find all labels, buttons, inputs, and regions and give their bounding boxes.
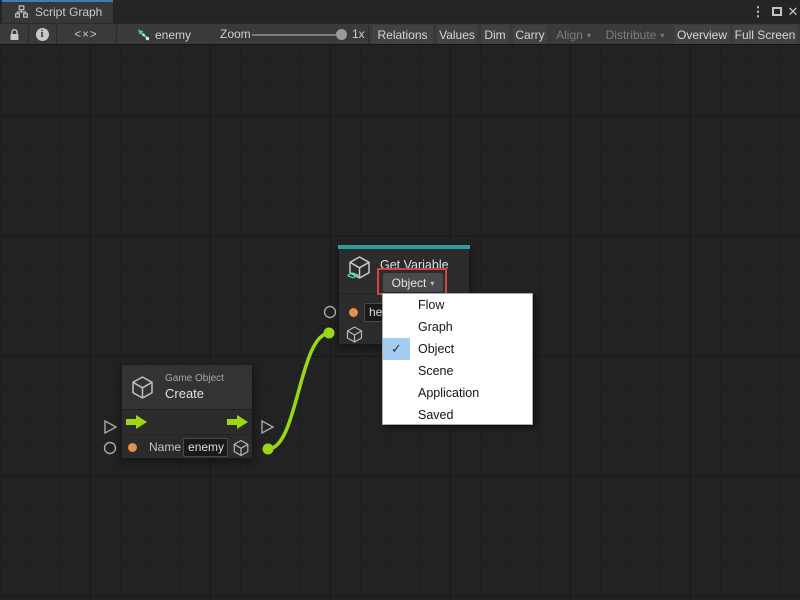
chevron-down-icon: ▾ — [430, 280, 434, 288]
zoom-slider-track[interactable] — [252, 34, 342, 36]
variable-brackets-icon: <> — [347, 270, 358, 282]
connection-wire[interactable] — [268, 333, 330, 449]
value-port-dot[interactable] — [349, 308, 358, 317]
menu-item-scene[interactable]: Scene — [383, 360, 532, 382]
create-flow-row — [122, 410, 252, 435]
graph-toolbar: i <×> enemy Zoom 1x Relations Values Dim… — [0, 23, 800, 45]
code-view-icon[interactable]: <×> — [57, 24, 115, 45]
distribute-button[interactable]: Distribute ▾ — [600, 25, 670, 44]
value-port-dot[interactable] — [128, 443, 137, 452]
flow-output-port[interactable] — [262, 421, 273, 433]
scope-dropdown-menu: Flow Graph ✓ Object Scene Application Sa… — [382, 293, 533, 425]
create-name-input[interactable]: enemy — [183, 438, 228, 457]
window-menu-icon[interactable]: ⋮ — [750, 0, 766, 23]
create-name-row: Name enemy — [122, 436, 252, 458]
chevron-down-icon: ▾ — [660, 32, 664, 40]
lock-icon[interactable] — [2, 24, 26, 45]
tab-label: Script Graph — [35, 5, 102, 19]
wire-output-port[interactable] — [263, 444, 274, 455]
menu-item-object[interactable]: ✓ Object — [383, 338, 532, 360]
wire-input-port[interactable] — [324, 328, 335, 339]
graph-icon — [136, 28, 150, 42]
tab-script-graph[interactable]: Script Graph — [2, 0, 113, 23]
carry-button[interactable]: Carry — [513, 25, 547, 44]
dim-button[interactable]: Dim — [481, 25, 509, 44]
chevron-down-icon: ▾ — [587, 32, 591, 40]
overview-button[interactable]: Overview — [674, 25, 730, 44]
hierarchy-icon — [15, 5, 28, 18]
zoom-label: Zoom — [220, 24, 251, 45]
flow-in-arrow-icon — [126, 415, 148, 429]
graph-name: enemy — [155, 28, 191, 42]
full-screen-button[interactable]: Full Screen — [733, 25, 797, 44]
name-port-label: Name — [149, 440, 181, 454]
align-button[interactable]: Align ▾ — [551, 25, 596, 44]
create-node[interactable]: Game Object Create Name enemy — [121, 364, 253, 459]
checkmark-icon: ✓ — [383, 338, 410, 360]
create-node-title: Create — [165, 386, 224, 401]
zoom-value: 1x — [352, 24, 365, 45]
menu-item-saved[interactable]: Saved — [383, 404, 532, 426]
menu-item-graph[interactable]: Graph — [383, 316, 532, 338]
menu-item-application[interactable]: Application — [383, 382, 532, 404]
cube-icon — [129, 374, 156, 401]
info-icon[interactable]: i — [29, 24, 55, 45]
get-variable-title: Get Variable — [380, 258, 449, 272]
flow-input-port[interactable] — [105, 421, 116, 433]
close-icon[interactable]: ✕ — [786, 0, 800, 23]
menu-item-flow[interactable]: Flow — [383, 294, 532, 316]
graph-canvas[interactable]: Game Object Create Name enemy — [0, 45, 800, 600]
create-node-category: Game Object — [165, 373, 224, 384]
maximize-icon[interactable] — [768, 0, 786, 23]
values-button[interactable]: Values — [437, 25, 477, 44]
graph-breadcrumb[interactable]: enemy — [136, 24, 191, 45]
value-input-port[interactable] — [105, 443, 116, 454]
variable-accent-strip — [338, 245, 470, 249]
tab-active-indicator — [2, 0, 113, 2]
create-node-header[interactable]: Game Object Create — [122, 365, 252, 410]
script-graph-window: Script Graph ⋮ ✕ i <×> enemy — [0, 0, 800, 600]
variable-scope-dropdown[interactable]: Object ▾ — [383, 273, 443, 292]
relations-button[interactable]: Relations — [372, 25, 433, 44]
flow-out-arrow-icon — [227, 415, 249, 429]
title-bar: Script Graph ⋮ ✕ — [0, 0, 800, 23]
object-port-cube-icon[interactable] — [345, 325, 364, 344]
name-input-port[interactable] — [325, 307, 336, 318]
zoom-slider-handle[interactable] — [336, 29, 347, 40]
